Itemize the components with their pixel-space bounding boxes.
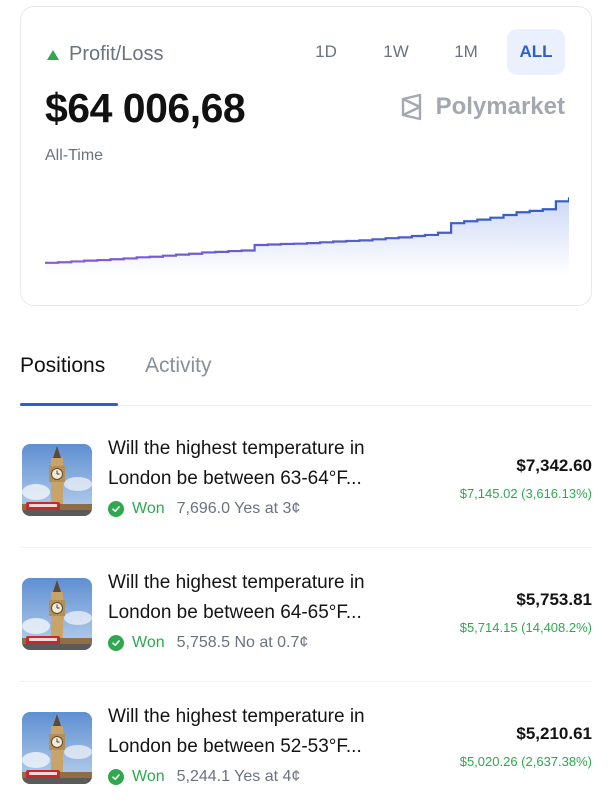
won-label: Won	[132, 768, 165, 785]
tab-positions[interactable]: Positions	[20, 354, 105, 378]
profit-loss-card: Profit/Loss 1D 1W 1M ALL $64 006,68 Poly…	[20, 6, 592, 306]
check-circle-icon	[108, 501, 124, 517]
position-question-line1: Will the highest temperature in	[108, 706, 365, 727]
polymarket-logo-icon	[401, 93, 421, 121]
position-value: $7,342.60	[516, 456, 592, 475]
won-label: Won	[132, 500, 165, 517]
market-thumbnail-big-ben	[22, 444, 92, 516]
market-thumbnail-big-ben	[22, 712, 92, 784]
range-tab-1m[interactable]: 1M	[437, 29, 495, 75]
position-question-line1: Will the highest temperature in	[108, 572, 365, 593]
position-status: Won 5,758.5 No at 0.7¢	[108, 634, 308, 652]
position-shares: 7,696.0 Yes at 3¢	[176, 500, 301, 517]
position-status: Won 5,244.1 Yes at 4¢	[108, 768, 300, 786]
won-label: Won	[132, 634, 165, 651]
position-question-line2: London be between 63-64°F...	[108, 468, 362, 489]
brand: Polymarket	[398, 93, 565, 121]
position-row[interactable]: Will the highest temperature in London b…	[20, 548, 592, 682]
position-question-line1: Will the highest temperature in	[108, 438, 365, 459]
position-shares: 5,758.5 No at 0.7¢	[176, 634, 309, 651]
position-question-line2: London be between 64-65°F...	[108, 602, 362, 623]
position-shares: 5,244.1 Yes at 4¢	[176, 768, 301, 785]
position-value: $5,753.81	[516, 590, 592, 609]
chart-area-fill	[45, 197, 569, 275]
active-tab-indicator	[20, 403, 118, 406]
position-row[interactable]: Will the highest temperature in London b…	[20, 414, 592, 548]
range-tab-1w[interactable]: 1W	[367, 29, 425, 75]
range-tab-1d[interactable]: 1D	[297, 29, 355, 75]
market-thumbnail-big-ben	[22, 578, 92, 650]
tab-activity[interactable]: Activity	[145, 354, 212, 378]
period-label: All-Time	[45, 147, 104, 164]
position-row[interactable]: Will the highest temperature in London b…	[20, 682, 592, 810]
positions-list: Will the highest temperature in London b…	[20, 414, 592, 810]
profit-loss-title: Profit/Loss	[69, 43, 164, 65]
position-status: Won 7,696.0 Yes at 3¢	[108, 500, 300, 518]
profit-loss-amount: $64 006,68	[45, 85, 246, 131]
range-tab-all[interactable]: ALL	[507, 29, 565, 75]
profit-loss-chart[interactable]	[45, 185, 569, 275]
position-question-line2: London be between 52-53°F...	[108, 736, 362, 757]
position-pnl: $7,145.02 (3,616.13%)	[459, 486, 592, 501]
brand-name: Polymarket	[435, 93, 565, 120]
profit-loss-header: Profit/Loss	[47, 43, 163, 66]
trend-up-icon	[47, 49, 59, 60]
position-pnl: $5,714.15 (14,408.2%)	[459, 620, 592, 635]
position-value: $5,210.61	[516, 724, 592, 743]
check-circle-icon	[108, 769, 124, 785]
positions-activity-tabs: Positions Activity	[20, 350, 592, 406]
time-range-selector: 1D 1W 1M ALL	[285, 29, 565, 75]
check-circle-icon	[108, 635, 124, 651]
position-pnl: $5,020.26 (2,637.38%)	[459, 754, 592, 769]
